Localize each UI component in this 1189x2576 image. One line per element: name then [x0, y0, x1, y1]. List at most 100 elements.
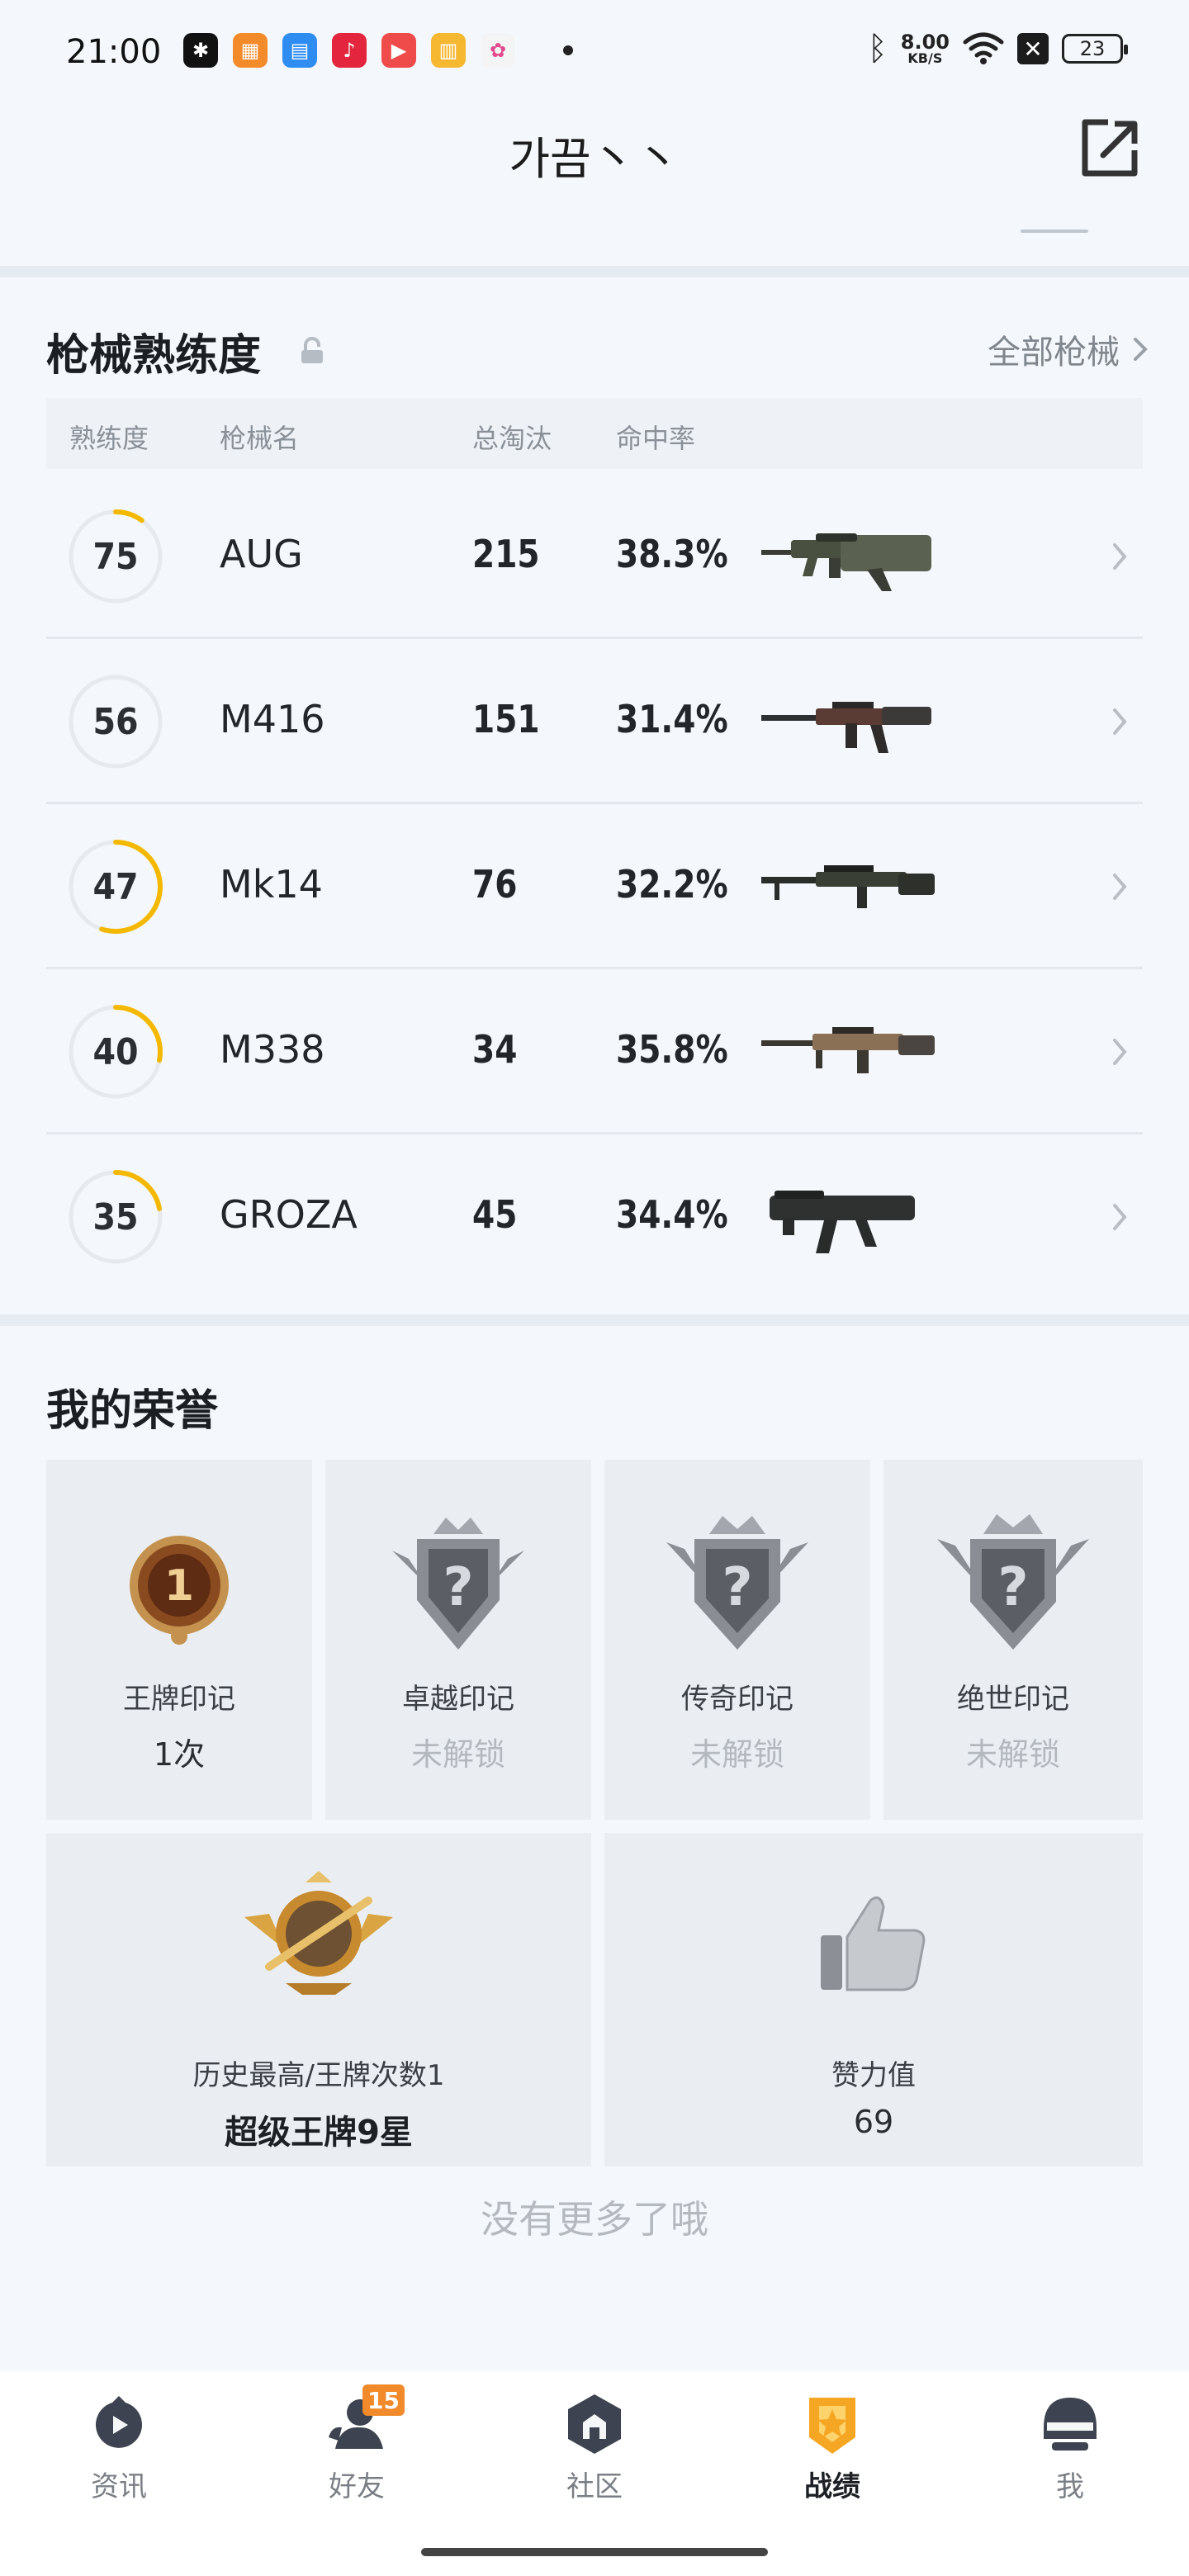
weapon-section-title: 枪械熟练度: [46, 331, 262, 381]
weapon-row[interactable]: 40 M338 34 35.8%: [46, 969, 1143, 1134]
records-icon: [809, 2398, 855, 2454]
nav-item-news[interactable]: 资讯: [36, 2391, 201, 2515]
weapon-accuracy: 32.2%: [616, 862, 728, 907]
helmet-icon: [1044, 2398, 1097, 2451]
network-speed-unit: KB/S: [907, 50, 943, 66]
legend-mark-card[interactable]: ? 传奇印记 未解锁: [604, 1460, 870, 1820]
page-header: 가끔丶丶: [0, 99, 1189, 264]
wifi-icon: [963, 32, 1004, 64]
svg-text:?: ?: [722, 1557, 752, 1618]
weapon-row[interactable]: 75 AUG 215 38.3%: [46, 474, 1143, 639]
nav-item-records[interactable]: 战绩: [750, 2391, 915, 2515]
nav-label-news: 资讯: [91, 2470, 147, 2503]
page-title: 가끔丶丶: [509, 133, 680, 185]
svg-text:?: ?: [443, 1557, 473, 1618]
locked-mark-icon: ?: [666, 1516, 808, 1650]
weapon-kills: 151: [472, 697, 540, 741]
end-of-list-text: 没有更多了哦: [481, 2197, 708, 2242]
weapon-row[interactable]: 56 M416 151 31.4%: [46, 639, 1143, 804]
best-rank-value: 超级王牌9星: [225, 2114, 413, 2152]
proficiency-value: 35: [92, 1196, 139, 1238]
weapon-accuracy: 35.8%: [616, 1027, 728, 1072]
weapon-accuracy: 34.4%: [616, 1192, 728, 1237]
weapon-row[interactable]: 35 GROZA 45 34.4%: [46, 1134, 1143, 1300]
sim-disabled-icon: ✕: [1017, 33, 1049, 64]
proficiency-value: 56: [92, 700, 139, 743]
ace-mark-value: 1次: [153, 1736, 206, 1773]
column-total-kills: 总淘汰: [472, 423, 552, 454]
weapon-table-header: 熟练度 枪械名 总淘汰 命中率: [46, 398, 1143, 469]
all-weapons-label: 全部枪械: [988, 334, 1120, 372]
nav-item-community[interactable]: 社区: [512, 2391, 677, 2515]
chevron-right-icon: [1113, 1039, 1127, 1065]
section-divider: [0, 1314, 1189, 1326]
m416-rifle-image: [761, 702, 931, 753]
best-rank-label: 历史最高/王牌次数1: [192, 2059, 445, 2092]
mk14-rifle-image: [761, 865, 935, 908]
files-app-icon: ▤: [282, 33, 317, 68]
groza-rifle-image: [770, 1191, 915, 1253]
super-ace-rank-icon: [244, 1871, 393, 1995]
gallery-app-icon: ✿: [481, 33, 515, 68]
weapon-accuracy: 38.3%: [616, 532, 728, 576]
column-proficiency: 熟练度: [69, 423, 149, 454]
likes-label: 赞力值: [831, 2059, 916, 2092]
ace-mark-card[interactable]: 1 王牌印记 1次: [46, 1460, 312, 1820]
peerless-mark-label: 绝世印记: [957, 1683, 1069, 1716]
music-app-icon: ♪: [332, 33, 367, 68]
weapon-row[interactable]: 47 Mk14 76 32.2%: [46, 804, 1143, 969]
svg-text:?: ?: [997, 1557, 1028, 1618]
nav-label-records: 战绩: [804, 2470, 860, 2503]
weapon-name: AUG: [220, 532, 303, 576]
share-button[interactable]: [1078, 117, 1141, 180]
chevron-right-icon: [1113, 708, 1127, 735]
friends-badge: 15: [362, 2384, 405, 2416]
chevron-right-icon: [1134, 338, 1148, 361]
network-speed-value: 8.00: [900, 31, 950, 54]
aug-rifle-image: [761, 533, 931, 591]
bear-app-icon: ✱: [183, 33, 218, 68]
bluetooth-icon: ᛒ: [867, 30, 888, 68]
nav-label-friends: 好友: [329, 2470, 385, 2503]
battery-icon: 23: [1062, 34, 1128, 64]
nav-item-me[interactable]: 我: [988, 2391, 1153, 2515]
likes-card[interactable]: 赞力值 69: [604, 1833, 1143, 2166]
excellence-mark-value: 未解锁: [410, 1736, 505, 1773]
status-time: 21:00: [66, 33, 162, 71]
nav-item-friends[interactable]: 15 好友: [274, 2384, 439, 2515]
honor-section-title: 我的荣誉: [46, 1386, 219, 1436]
nav-label-me: 我: [1056, 2470, 1084, 2503]
excellence-mark-card[interactable]: ? 卓越印记 未解锁: [325, 1460, 591, 1820]
chevron-right-icon: [1113, 874, 1127, 900]
ace-mark-label: 王牌印记: [123, 1683, 235, 1716]
weapon-kills: 76: [472, 862, 518, 907]
weapon-accuracy: 31.4%: [616, 697, 728, 741]
chevron-right-icon: [1113, 543, 1127, 570]
notification-icons: ✱ ▦ ▤ ♪ ▶ ▥ ✿: [183, 33, 573, 68]
lock-icon[interactable]: [299, 337, 325, 365]
column-weapon-name: 枪械名: [220, 423, 300, 454]
weapon-name: M338: [220, 1027, 325, 1072]
all-weapons-link[interactable]: 全部枪械: [988, 325, 1148, 373]
proficiency-value: 47: [92, 865, 139, 908]
bottom-nav: 资讯 15 好友 社区 战绩 我: [0, 2371, 1189, 2576]
home-indicator[interactable]: [421, 2548, 768, 2556]
thumbs-up-icon: [821, 1896, 926, 1991]
peerless-mark-card[interactable]: ? 绝世印记 未解锁: [883, 1460, 1143, 1820]
weapon-name: GROZA: [220, 1192, 358, 1237]
reader-app-icon: ▥: [431, 33, 466, 68]
network-speed: 8.00 KB/S: [901, 32, 950, 65]
m338-rifle-image: [761, 1027, 935, 1073]
locked-mark-icon: ?: [392, 1518, 524, 1650]
weapon-kills: 34: [472, 1027, 518, 1072]
header-indicator: [1021, 230, 1088, 233]
excellence-mark-label: 卓越印记: [402, 1683, 514, 1716]
column-accuracy: 命中率: [616, 423, 696, 454]
ace-mark-icon: 1: [130, 1536, 229, 1645]
system-indicators: ᛒ 8.00 KB/S ✕ 23: [867, 30, 1128, 68]
legend-mark-label: 传奇印记: [681, 1683, 793, 1716]
calendar-app-icon: ▦: [233, 33, 268, 68]
best-rank-card[interactable]: 历史最高/王牌次数1 超级王牌9星: [46, 1833, 591, 2166]
battery-level: 23: [1079, 37, 1106, 60]
peerless-mark-value: 未解锁: [965, 1736, 1060, 1773]
